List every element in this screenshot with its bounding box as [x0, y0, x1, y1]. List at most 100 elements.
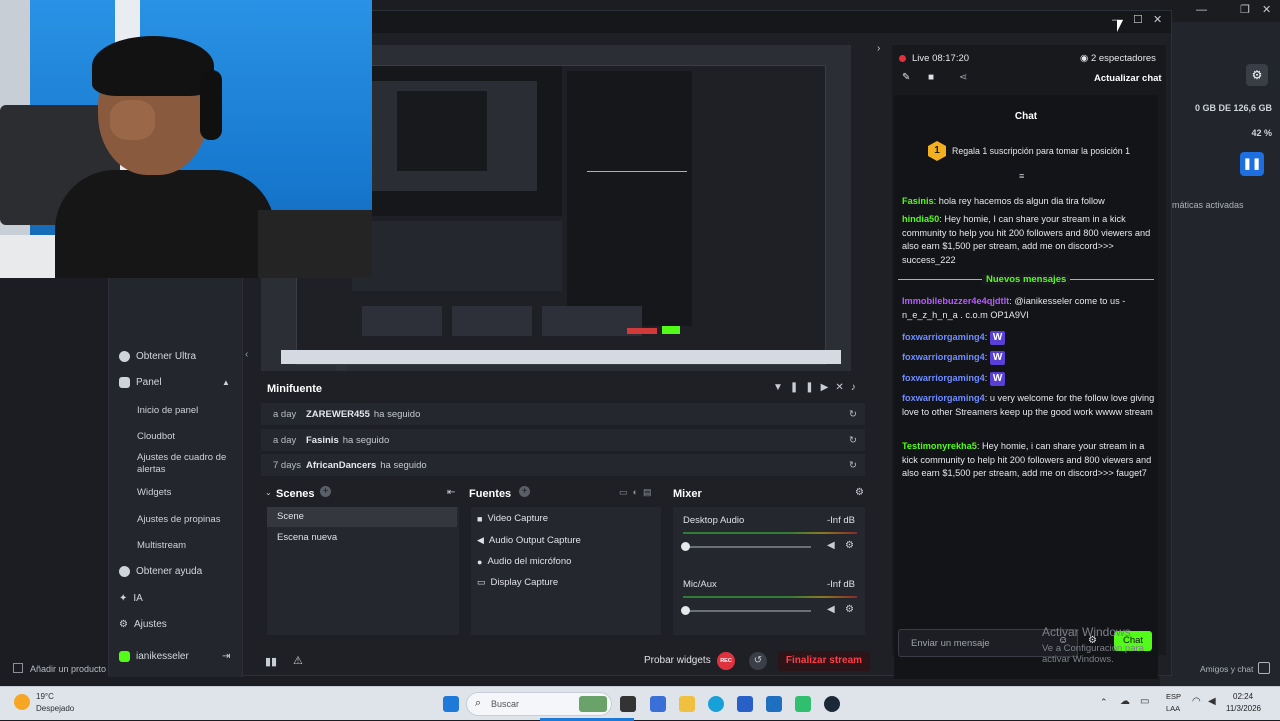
- stats-icon[interactable]: ▮▮: [265, 655, 277, 668]
- chat-username[interactable]: foxwarriorgaming4: [902, 332, 985, 342]
- source-label: Video Capture: [487, 513, 548, 524]
- minifeed-title: Minifuente: [267, 383, 322, 395]
- maximize-icon[interactable]: ❐: [1240, 3, 1250, 16]
- replay-buffer-icon[interactable]: ↺: [749, 652, 767, 670]
- add-source-icon[interactable]: +: [519, 486, 530, 497]
- volume-knob[interactable]: [681, 542, 690, 551]
- sidebar-item-tips-settings[interactable]: Ajustes de propinas: [137, 514, 237, 526]
- speaker-mute-icon[interactable]: ◀: [827, 540, 835, 551]
- speaker-icon: ◀: [477, 535, 484, 545]
- windows-start-icon[interactable]: [443, 696, 459, 712]
- sidebar-item-ai[interactable]: ✦ IA: [119, 593, 143, 604]
- scene-item[interactable]: Escena nueva: [267, 528, 457, 548]
- friends-icon[interactable]: [1258, 662, 1270, 674]
- alert-icon[interactable]: ⚠: [293, 654, 303, 667]
- friends-chat-link[interactable]: Amigos y chat: [1200, 664, 1253, 674]
- app-close-icon[interactable]: ✕: [1153, 13, 1162, 26]
- source-item[interactable]: ◀ Audio Output Capture: [477, 535, 581, 546]
- sidebar-item-multistream[interactable]: Multistream: [137, 540, 237, 552]
- sidebar-item-ultra[interactable]: Obtener Ultra: [119, 351, 196, 362]
- refresh-chat-button[interactable]: Actualizar chat: [1094, 73, 1162, 84]
- volume-slider[interactable]: [685, 546, 811, 548]
- record-button[interactable]: REC: [717, 652, 735, 670]
- chat-username[interactable]: foxwarriorgaming4: [902, 352, 985, 362]
- steam-icon[interactable]: [824, 696, 840, 712]
- channel-gear-icon[interactable]: ⚙: [845, 604, 854, 615]
- wifi-icon[interactable]: ◠: [1192, 696, 1201, 707]
- replay-icon[interactable]: ↻: [849, 460, 857, 471]
- chat-username[interactable]: foxwarriorgaming4: [902, 393, 985, 403]
- gift-banner-text[interactable]: Regala 1 suscripción para tomar la posic…: [952, 146, 1130, 156]
- chat-username[interactable]: Fasinis: [902, 196, 934, 206]
- sidebar-item-alertbox-settings[interactable]: Ajustes de cuadro de alertas: [137, 452, 237, 476]
- clock-time[interactable]: 02:24: [1233, 692, 1253, 701]
- task-view-icon[interactable]: [620, 696, 636, 712]
- sidebar-item-panel[interactable]: Panel ▲: [119, 377, 230, 388]
- streamlabs-icon[interactable]: [795, 696, 811, 712]
- pause-feed-icon[interactable]: ❚❚: [790, 382, 821, 393]
- app-maximize-icon[interactable]: ☐: [1133, 13, 1143, 26]
- volume-knob[interactable]: [681, 606, 690, 615]
- settings-gear-icon[interactable]: ⚙: [1246, 64, 1268, 86]
- sources-list: ■ Video Capture ◀ Audio Output Capture ● Au…: [471, 507, 661, 635]
- source-item[interactable]: ▭ Display Capture: [477, 577, 558, 588]
- sidebar-item-help[interactable]: Obtener ayuda: [119, 566, 202, 577]
- chat-username[interactable]: Testimonyrekha5: [902, 441, 977, 451]
- mixer-settings-icon[interactable]: ⚙: [855, 487, 864, 498]
- source-item[interactable]: ● Audio del micrófono: [477, 556, 571, 567]
- outlook-icon[interactable]: [766, 696, 782, 712]
- chat-input-placeholder: Enviar un mensaje: [911, 638, 990, 649]
- copilot-icon[interactable]: [650, 696, 666, 712]
- sidebar-item-cloudbot[interactable]: Cloudbot: [137, 431, 237, 443]
- expand-chat-icon[interactable]: ›: [877, 43, 880, 54]
- chat-message: hindia50: Hey homie, I can share your st…: [902, 213, 1158, 267]
- sources-title: Fuentes: [469, 488, 512, 500]
- clock-date[interactable]: 11/3/2026: [1226, 704, 1261, 713]
- tray-battery-icon[interactable]: ▭: [1140, 696, 1149, 707]
- scenes-list: Scene Escena nueva: [267, 507, 459, 635]
- tray-chevron-icon[interactable]: ⌃: [1100, 697, 1108, 708]
- clapper-icon[interactable]: ■: [928, 72, 934, 83]
- pause-icon[interactable]: ❚❚: [1240, 152, 1264, 176]
- source-tools-icons[interactable]: ▭◐▤: [619, 487, 656, 498]
- filter-icon[interactable]: ▼: [773, 382, 790, 393]
- source-item[interactable]: ■ Video Capture: [477, 513, 548, 524]
- language-bottom[interactable]: LAA: [1166, 704, 1180, 713]
- close-icon[interactable]: ✕: [1262, 3, 1271, 16]
- sidebar-item-settings[interactable]: ⚙ Ajustes: [119, 619, 167, 630]
- test-widgets-button[interactable]: Probar widgets: [644, 655, 711, 666]
- end-stream-button[interactable]: Finalizar stream: [778, 651, 870, 671]
- chat-username[interactable]: Immobilebuzzer4e4qjdtlt: [902, 296, 1009, 306]
- channel-gear-icon[interactable]: ⚙: [845, 540, 854, 551]
- volume-tray-icon[interactable]: ◀: [1208, 696, 1216, 707]
- chat-username[interactable]: foxwarriorgaming4: [902, 373, 985, 383]
- taskbar-search[interactable]: ⌕ Buscar: [466, 692, 612, 716]
- weather-sun-icon[interactable]: [14, 694, 30, 710]
- scene-item[interactable]: Scene: [267, 507, 457, 527]
- edge-icon[interactable]: [708, 696, 724, 712]
- sidebar-item-widgets[interactable]: Widgets: [137, 487, 237, 499]
- add-product-area[interactable]: Añadir un producto: [0, 660, 108, 680]
- share-icon[interactable]: ⋖: [959, 72, 967, 83]
- pin-chevron-icon[interactable]: ≡: [1019, 171, 1024, 181]
- language-top[interactable]: ESP: [1166, 692, 1181, 701]
- skip-icon[interactable]: ▶: [821, 382, 836, 393]
- collapse-sidebar-icon[interactable]: ‹: [245, 349, 248, 360]
- store-icon[interactable]: [737, 696, 753, 712]
- volume-icon[interactable]: ♪: [851, 382, 863, 393]
- collapse-left-icon[interactable]: ⇤: [447, 487, 455, 498]
- add-scene-icon[interactable]: +: [320, 486, 331, 497]
- file-explorer-icon[interactable]: [679, 696, 695, 712]
- replay-icon[interactable]: ↻: [849, 435, 857, 446]
- edit-icon[interactable]: ✎: [902, 72, 910, 83]
- replay-icon[interactable]: ↻: [849, 409, 857, 420]
- minimize-icon[interactable]: —: [1196, 4, 1207, 16]
- sidebar-item-dashboard-home[interactable]: Inicio de panel: [137, 405, 237, 417]
- speaker-mute-icon[interactable]: ◀: [827, 604, 835, 615]
- chevron-down-icon[interactable]: ⌄: [265, 488, 272, 497]
- volume-slider[interactable]: [685, 610, 811, 612]
- tray-cloud-icon[interactable]: ☁: [1120, 696, 1130, 707]
- mute-icon[interactable]: ✕: [835, 382, 850, 393]
- chat-username[interactable]: hindia50: [902, 214, 939, 224]
- source-label: Display Capture: [490, 577, 559, 588]
